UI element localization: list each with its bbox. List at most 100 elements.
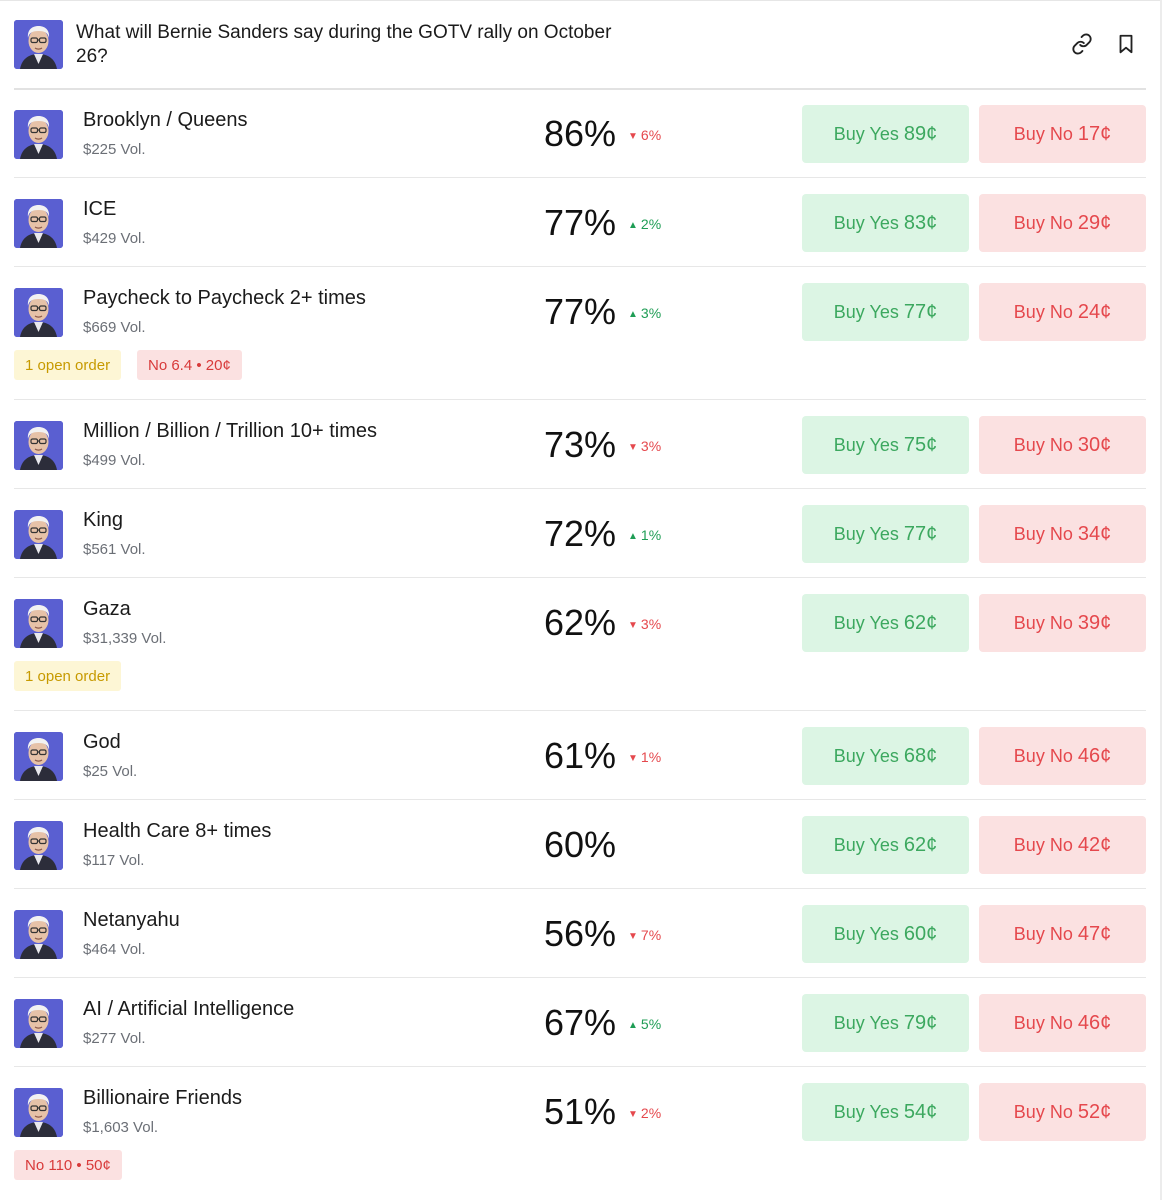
market-avatar <box>14 732 63 781</box>
market-row: Gaza $31,339 Vol. 62% ▼ 3% Buy Yes 62¢ Buy No 39… <box>14 578 1146 711</box>
buy-no-button[interactable]: Buy No 46¢ <box>979 994 1146 1052</box>
buy-no-price: 17¢ <box>1077 122 1112 145</box>
buy-yes-button[interactable]: Buy Yes 75¢ <box>802 416 969 474</box>
buy-no-button[interactable]: Buy No 17¢ <box>979 105 1146 163</box>
buy-yes-label: Buy Yes <box>833 212 899 233</box>
market-name[interactable]: Health Care 8+ times <box>83 819 271 843</box>
buy-no-price: 24¢ <box>1077 300 1112 323</box>
market-row: Netanyahu $464 Vol. 56% ▼ 7% Buy Yes 60¢ Buy No… <box>14 889 1146 978</box>
market-row: ICE $429 Vol. 77% ▲ 2% Buy Yes 83¢ Buy No 29¢ <box>14 178 1146 267</box>
market-name[interactable]: Paycheck to Paycheck 2+ times <box>83 286 366 310</box>
buy-yes-button[interactable]: Buy Yes 77¢ <box>802 283 969 341</box>
buy-no-label: Buy No <box>1013 523 1073 544</box>
market-avatar <box>14 199 63 248</box>
market-avatar <box>14 599 63 648</box>
buy-no-button[interactable]: Buy No 46¢ <box>979 727 1146 785</box>
market-row: AI / Artificial Intelligence $277 Vol. 67%… <box>14 978 1146 1067</box>
buy-yes-button[interactable]: Buy Yes 83¢ <box>802 194 969 252</box>
portrait-icon <box>14 732 63 781</box>
market-avatar <box>14 110 63 159</box>
buy-yes-price: 62¢ <box>903 611 938 634</box>
probability-change: ▲ 2% <box>628 216 661 234</box>
triangle-down-icon: ▼ <box>628 1109 638 1120</box>
buy-no-button[interactable]: Buy No 39¢ <box>979 594 1146 652</box>
probability-change: ▲ 1% <box>628 527 661 545</box>
buy-yes-button[interactable]: Buy Yes 77¢ <box>802 505 969 563</box>
market-probability: 62% <box>544 602 617 643</box>
market-avatar <box>14 510 63 559</box>
open-order-badge[interactable]: 1 open order <box>14 350 122 380</box>
buy-no-button[interactable]: Buy No 42¢ <box>979 816 1146 874</box>
buy-yes-price: 54¢ <box>903 1100 938 1123</box>
change-value: 6% <box>640 127 662 143</box>
buy-no-label: Buy No <box>1013 301 1073 322</box>
portrait-icon <box>14 821 63 870</box>
buy-no-price: 30¢ <box>1077 433 1112 456</box>
link-icon[interactable] <box>1068 30 1096 58</box>
position-badge[interactable]: No 6.4 • 20¢ <box>137 350 242 380</box>
market-probability: 56% <box>544 913 617 954</box>
portrait-icon <box>14 1088 63 1137</box>
buy-no-price: 29¢ <box>1077 211 1112 234</box>
portrait-icon <box>14 288 63 337</box>
market-name[interactable]: AI / Artificial Intelligence <box>83 997 294 1021</box>
buy-yes-label: Buy Yes <box>833 123 899 144</box>
market-probability: 77% <box>544 291 617 332</box>
change-value: 3% <box>640 616 662 632</box>
market-name[interactable]: Netanyahu <box>83 908 180 932</box>
portrait-icon <box>14 599 63 648</box>
market-name[interactable]: Gaza <box>83 597 131 621</box>
open-order-badge[interactable]: 1 open order <box>14 661 122 691</box>
buy-no-button[interactable]: Buy No 47¢ <box>979 905 1146 963</box>
buy-no-button[interactable]: Buy No 34¢ <box>979 505 1146 563</box>
buy-no-button[interactable]: Buy No 29¢ <box>979 194 1146 252</box>
market-probability: 61% <box>544 735 617 776</box>
market-name[interactable]: Brooklyn / Queens <box>83 108 248 132</box>
triangle-down-icon: ▼ <box>628 620 638 631</box>
buy-no-button[interactable]: Buy No 52¢ <box>979 1083 1146 1141</box>
buy-no-button[interactable]: Buy No 24¢ <box>979 283 1146 341</box>
buy-yes-button[interactable]: Buy Yes 60¢ <box>802 905 969 963</box>
buy-yes-button[interactable]: Buy Yes 79¢ <box>802 994 969 1052</box>
buy-yes-button[interactable]: Buy Yes 68¢ <box>802 727 969 785</box>
change-value: 7% <box>640 927 662 943</box>
portrait-icon <box>14 510 63 559</box>
buy-no-price: 47¢ <box>1077 922 1112 945</box>
bookmark-icon[interactable] <box>1112 30 1140 58</box>
market-row: Paycheck to Paycheck 2+ times $669 Vol. 77… <box>14 267 1146 400</box>
buy-yes-price: 62¢ <box>903 833 938 856</box>
triangle-down-icon: ▼ <box>628 131 638 142</box>
event-header: What will Bernie Sanders say during the … <box>14 20 1146 86</box>
market-volume: $25 Vol. <box>83 763 138 780</box>
market-name[interactable]: Million / Billion / Trillion 10+ times <box>83 419 377 443</box>
market-name[interactable]: ICE <box>83 197 116 221</box>
event-title: What will Bernie Sanders say during the … <box>76 22 612 67</box>
market-name[interactable]: King <box>83 508 123 532</box>
probability-change: ▲ 5% <box>628 1016 661 1034</box>
market-name[interactable]: Billionaire Friends <box>83 1086 242 1110</box>
position-badge[interactable]: No 110 • 50¢ <box>14 1150 122 1180</box>
portrait-icon <box>14 910 63 959</box>
buy-yes-button[interactable]: Buy Yes 62¢ <box>802 816 969 874</box>
market-name[interactable]: God <box>83 730 121 754</box>
buy-no-label: Buy No <box>1013 834 1073 855</box>
market-volume: $277 Vol. <box>83 1030 146 1047</box>
buy-no-price: 39¢ <box>1077 611 1112 634</box>
market-probability: 86% <box>544 113 617 154</box>
probability-change: ▼ 1% <box>628 749 661 767</box>
buy-yes-button[interactable]: Buy Yes 89¢ <box>802 105 969 163</box>
buy-yes-button[interactable]: Buy Yes 62¢ <box>802 594 969 652</box>
triangle-down-icon: ▼ <box>628 931 638 942</box>
market-avatar <box>14 821 63 870</box>
market-avatar <box>14 910 63 959</box>
buy-no-price: 42¢ <box>1077 833 1112 856</box>
buy-no-price: 46¢ <box>1077 744 1112 767</box>
market-volume: $464 Vol. <box>83 941 146 958</box>
buy-no-button[interactable]: Buy No 30¢ <box>979 416 1146 474</box>
buy-no-label: Buy No <box>1013 1012 1073 1033</box>
buy-yes-price: 68¢ <box>903 744 938 767</box>
buy-no-price: 34¢ <box>1077 522 1112 545</box>
buy-yes-button[interactable]: Buy Yes 54¢ <box>802 1083 969 1141</box>
buy-no-price: 46¢ <box>1077 1011 1112 1034</box>
buy-yes-price: 77¢ <box>903 300 938 323</box>
